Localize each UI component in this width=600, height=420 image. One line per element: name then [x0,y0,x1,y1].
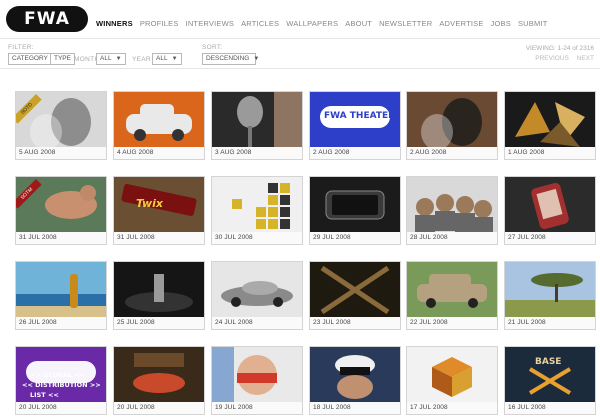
winner-date: 31 JUL 2008 [19,234,57,241]
winner-thumbnail[interactable] [310,262,400,317]
winner-date: 1 AUG 2008 [508,149,545,156]
thumbnail-artwork [335,355,375,399]
winner-tile[interactable]: Twix 31 JUL 2008 [113,176,205,245]
winner-tile[interactable]: 22 JUL 2008 [406,261,498,330]
thumbnail-word: Twix [136,197,164,210]
winner-tile[interactable]: 27 JUL 2008 [504,176,596,245]
winner-date: 16 JUL 2008 [508,404,546,411]
winner-thumbnail[interactable]: FWA THEATER [310,92,400,147]
distribution-text: << DISTRIBUTION >> [22,381,101,389]
thumbnail-artwork [16,274,106,317]
winner-tile[interactable]: 20 JUL 2008 [113,346,205,415]
winner-thumbnail[interactable] [505,262,595,317]
winner-date: 25 JUL 2008 [117,319,155,326]
winner-thumbnail[interactable]: SOTD [16,92,106,147]
winner-tile[interactable]: 24 JUL 2008 [211,261,303,330]
winner-thumbnail[interactable] [212,262,302,317]
winner-date: 23 JUL 2008 [313,319,351,326]
winner-thumbnail[interactable] [16,262,106,317]
thumbnail-word: BASE [535,357,562,367]
winner-tile[interactable]: FWA >> GLOBAL << << DISTRIBUTION >> LIST <<… [15,346,107,415]
winner-tile[interactable]: 25 JUL 2008 [113,261,205,330]
distribution-text: >> GLOBAL << [30,371,86,379]
winner-date: 28 JUL 2008 [410,234,448,241]
distribution-text: LIST << [30,391,59,399]
winner-tile[interactable]: 28 JUL 2008 [406,176,498,245]
winner-tile[interactable]: 17 JUL 2008 [406,346,498,415]
winner-date: 4 AUG 2008 [117,149,154,156]
winner-tile[interactable]: 21 JUL 2008 [504,261,596,330]
thumbnail-artwork [237,92,302,147]
winner-thumbnail[interactable] [212,92,302,147]
winner-thumbnail[interactable]: SOTM [16,177,106,232]
winner-tile[interactable]: 18 JUL 2008 [309,346,401,415]
winner-tile[interactable]: 3 AUG 2008 [211,91,303,160]
winner-thumbnail[interactable]: Twix [114,177,204,232]
winner-date: 26 JUL 2008 [19,319,57,326]
winner-date: 19 JUL 2008 [215,404,253,411]
winners-grid: SOTD 5 AUG 2008 4 AUG 2008 3 AUG 2008 FWA TH… [0,0,600,420]
winner-thumbnail[interactable]: BASE [505,347,595,402]
thumbnail-artwork [415,194,493,232]
winner-tile[interactable]: 2 AUG 2008 [406,91,498,160]
winner-thumbnail[interactable] [407,347,497,402]
thumbnail-artwork [133,353,185,393]
winner-thumbnail[interactable] [407,177,497,232]
thumbnail-artwork [126,104,192,141]
thumbnail-artwork [515,102,585,147]
winner-date: 20 JUL 2008 [117,404,155,411]
winner-date: 20 JUL 2008 [19,404,57,411]
winner-tile[interactable]: 19 JUL 2008 [211,346,303,415]
winner-date: 17 JUL 2008 [410,404,448,411]
winner-tile[interactable]: SOTD 5 AUG 2008 [15,91,107,160]
winner-thumbnail[interactable] [310,347,400,402]
thumbnail-artwork [212,347,277,402]
winner-date: 2 AUG 2008 [410,149,447,156]
winner-thumbnail[interactable] [505,92,595,147]
winner-tile[interactable]: BASE 16 JUL 2008 [504,346,596,415]
winner-date: 21 JUL 2008 [508,319,546,326]
thumbnail-artwork [221,281,293,307]
winner-thumbnail[interactable] [505,177,595,232]
winner-thumbnail[interactable] [310,177,400,232]
winner-date: 24 JUL 2008 [215,319,253,326]
winner-date: 30 JUL 2008 [215,234,253,241]
winner-date: 3 AUG 2008 [215,149,252,156]
winner-thumbnail[interactable] [407,262,497,317]
thumbnail-artwork [531,182,569,230]
winner-tile[interactable]: 29 JUL 2008 [309,176,401,245]
winner-date: 5 AUG 2008 [19,149,56,156]
winner-tile[interactable]: 23 JUL 2008 [309,261,401,330]
thumbnail-artwork [505,273,595,317]
thumbnail-artwork [432,357,472,397]
thumbnail-word: FWA [44,350,75,364]
thumbnail-artwork [232,183,290,229]
thumbnail-artwork [320,265,390,315]
winner-date: 2 AUG 2008 [313,149,350,156]
thumbnail-artwork [528,367,572,395]
thumbnail-artwork [325,190,385,220]
winner-date: 31 JUL 2008 [117,234,155,241]
winner-date: 27 JUL 2008 [508,234,546,241]
winner-tile[interactable]: SOTM 31 JUL 2008 [15,176,107,245]
winner-date: 22 JUL 2008 [410,319,448,326]
winner-thumbnail[interactable] [114,347,204,402]
winner-date: 18 JUL 2008 [313,404,351,411]
winner-tile[interactable]: 4 AUG 2008 [113,91,205,160]
winner-thumbnail[interactable] [114,92,204,147]
winner-thumbnail[interactable] [114,262,204,317]
winner-date: 29 JUL 2008 [313,234,351,241]
thumbnail-artwork [421,98,482,147]
thumbnail-word: FWA THEATER [324,111,396,121]
winner-thumbnail[interactable] [407,92,497,147]
winner-thumbnail[interactable]: FWA >> GLOBAL << << DISTRIBUTION >> LIST << [16,347,106,402]
winner-thumbnail[interactable] [212,177,302,232]
thumbnail-artwork [125,274,193,312]
winner-tile[interactable]: 26 JUL 2008 [15,261,107,330]
winner-tile[interactable]: FWA THEATER 2 AUG 2008 [309,91,401,160]
winner-tile[interactable]: 1 AUG 2008 [504,91,596,160]
winner-thumbnail[interactable] [212,347,302,402]
winner-tile[interactable]: 30 JUL 2008 [211,176,303,245]
thumbnail-artwork [417,274,487,308]
